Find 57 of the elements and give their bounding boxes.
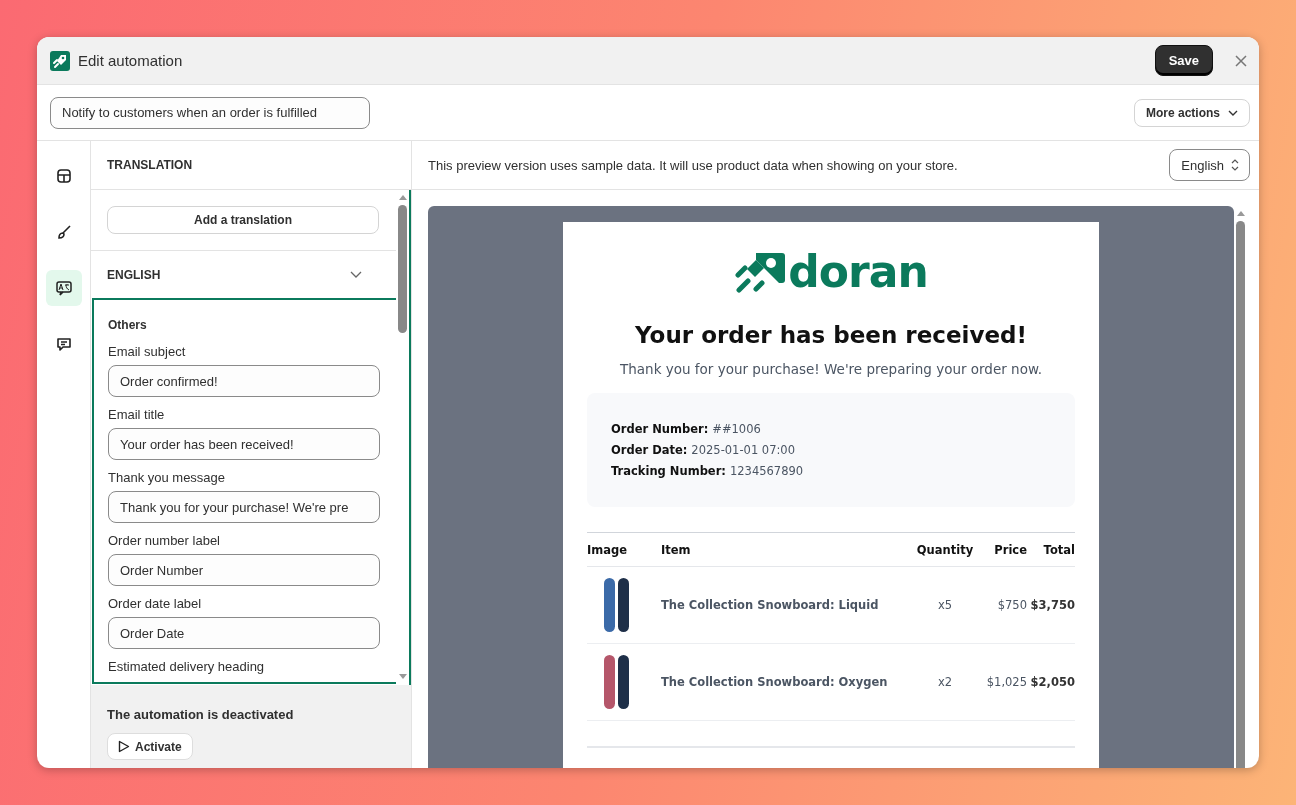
detail-value: ##1006 [712, 422, 761, 436]
text-field[interactable]: Order Date [108, 617, 380, 649]
column-header: Item [661, 542, 692, 557]
play-icon [118, 740, 130, 753]
price: $750 [996, 598, 1027, 612]
quantity: x5 [936, 598, 954, 612]
section-heading: Others [108, 318, 148, 332]
scrollbar[interactable] [396, 190, 411, 685]
field-label: Thank you message [108, 470, 227, 485]
translate-icon [54, 279, 73, 297]
field-label: Email title [108, 407, 166, 422]
more-actions-button[interactable]: More actions [1134, 98, 1250, 127]
preview-notice: This preview version uses sample data. It will use product data when showing on your store. [428, 157, 958, 173]
item-name: The Collection Snowboard: Oxygen [661, 675, 889, 689]
thank-you-message: Thank you for your purchase! We're preparing your order now. [619, 361, 1043, 377]
column-header: Price [993, 542, 1027, 557]
status-text: The automation is deactivated [107, 707, 295, 722]
detail-value: 1234567890 [729, 464, 804, 478]
detail-label: Order Date: [611, 443, 688, 457]
line-total: $3,750 [1029, 598, 1075, 612]
text-field[interactable]: Order confirmed! [108, 365, 380, 397]
detail-label: Order Number: [611, 422, 709, 436]
rocket-logo-icon [734, 251, 787, 293]
field-label: Estimated delivery heading [108, 659, 266, 674]
email-title: Your order has been received! [634, 322, 1028, 348]
chevron-down-icon [1228, 109, 1238, 116]
text-field[interactable]: Order Number [108, 554, 380, 586]
item-name: The Collection Snowboard: Liquid [661, 598, 880, 612]
text-field[interactable]: Your order has been received! [108, 428, 380, 460]
quantity: x2 [936, 675, 954, 689]
text-field[interactable]: Thank you for your purchase! We're pre [108, 491, 380, 523]
detail-value: 2025-01-01 07:00 [691, 443, 795, 457]
save-button[interactable]: Save [1154, 45, 1213, 76]
chevron-down-icon [350, 271, 362, 278]
column-header: Total [1042, 542, 1075, 557]
price: $1,025 [985, 675, 1027, 689]
column-header: Image [587, 542, 629, 557]
activate-button[interactable]: Activate [107, 733, 193, 760]
app-logo-icon [50, 50, 70, 71]
automation-name-field[interactable]: Notify to customers when an order is fulfilled [50, 96, 370, 129]
field-label: Order number label [108, 533, 221, 548]
field-label: Order date label [108, 596, 203, 611]
line-total: $2,050 [1029, 675, 1075, 689]
panel-title: TRANSLATION [91, 141, 411, 190]
language-select[interactable]: English [1169, 149, 1250, 181]
close-icon [1235, 54, 1247, 67]
field-label: Email subject [108, 344, 187, 359]
layout-icon [54, 167, 73, 185]
chat-icon [54, 335, 73, 353]
add-translation-button[interactable]: Add a translation [107, 206, 379, 234]
language-section-header[interactable]: ENGLISH [91, 251, 396, 298]
detail-label: Tracking Number: [611, 464, 726, 478]
sidebar-tab[interactable] [45, 270, 82, 306]
window-title: Edit automation [78, 52, 183, 69]
up-down-chevron-icon [1231, 159, 1239, 171]
logo-text: doran [788, 250, 928, 294]
column-header: Quantity [915, 542, 975, 557]
